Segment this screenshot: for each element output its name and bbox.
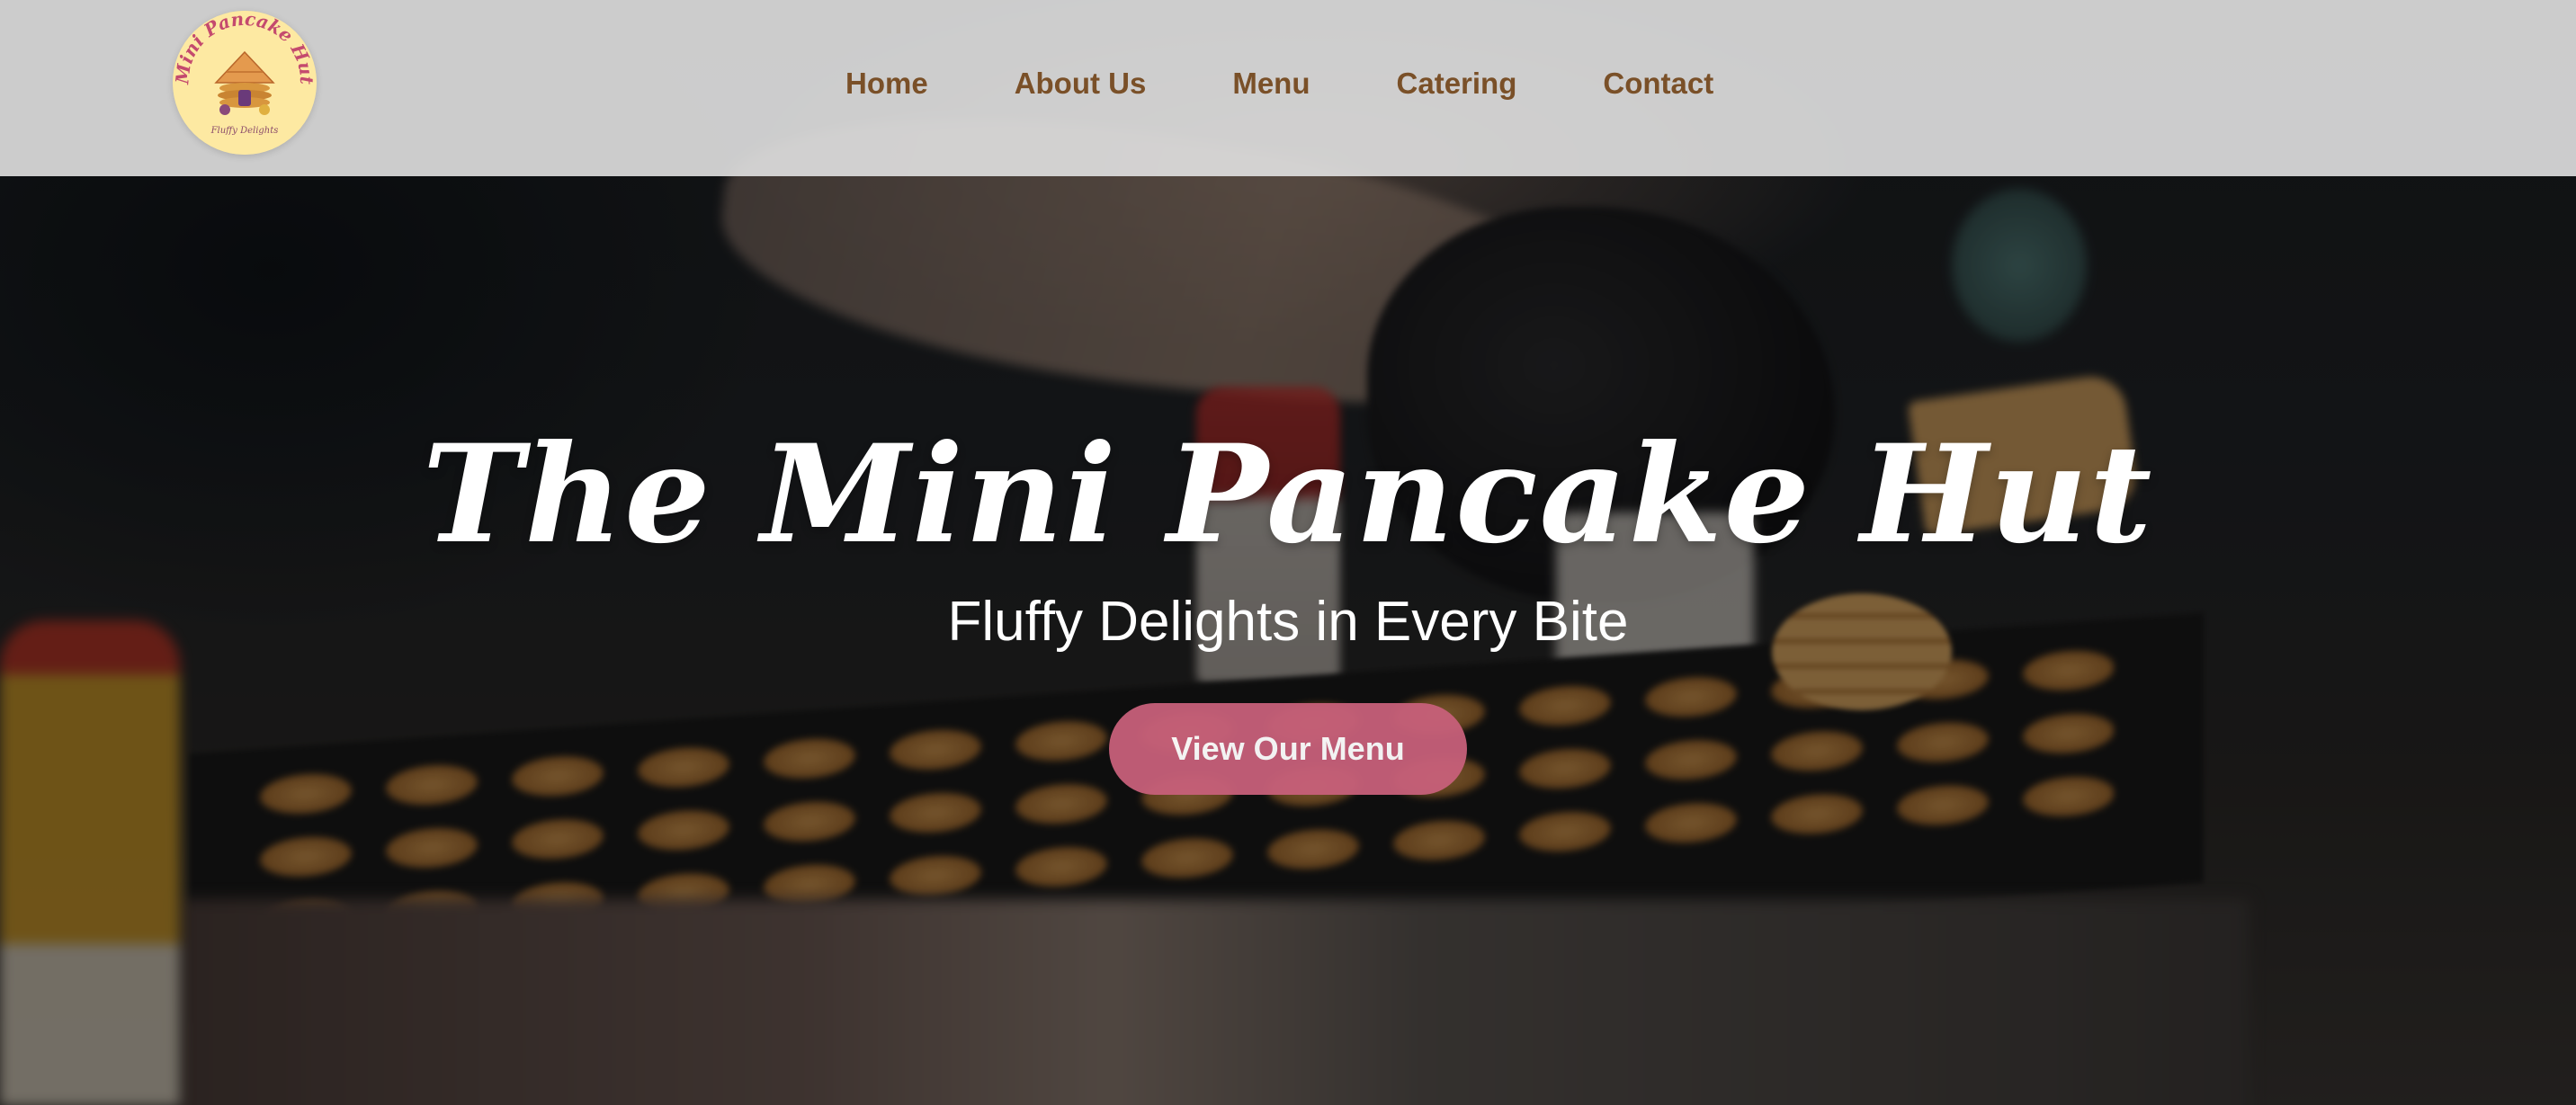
nav-link-about-us[interactable]: About Us xyxy=(1015,66,1147,102)
nav-link-catering[interactable]: Catering xyxy=(1397,66,1517,102)
main-navigation: Home About Us Menu Catering Contact xyxy=(845,0,1713,167)
nav-link-contact[interactable]: Contact xyxy=(1603,66,1713,102)
hero-section: The Mini Pancake Hut Fluffy Delights in … xyxy=(0,405,2576,795)
pancake-hut-logo-icon: Mini Pancake Hut Fluffy Delights xyxy=(173,11,317,155)
brand-logo[interactable]: Mini Pancake Hut Fluffy Delights xyxy=(173,11,317,155)
nav-link-menu[interactable]: Menu xyxy=(1232,66,1310,102)
site-header: Mini Pancake Hut Fluffy Delights Home Ab… xyxy=(0,0,2576,176)
hero-subtitle: Fluffy Delights in Every Bite xyxy=(947,591,1629,653)
hero-title: The Mini Pancake Hut xyxy=(422,415,2154,574)
nav-link-home[interactable]: Home xyxy=(845,66,928,102)
logo-tagline: Fluffy Delights xyxy=(210,126,279,136)
view-menu-button[interactable]: View Our Menu xyxy=(1109,703,1467,795)
